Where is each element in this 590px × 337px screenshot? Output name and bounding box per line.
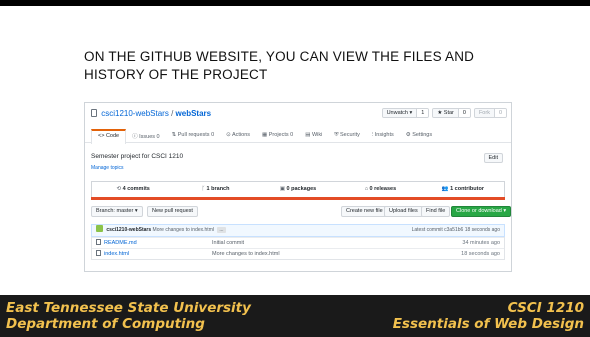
- commit-expand-button[interactable]: ...: [217, 227, 226, 233]
- course-code: CSCI 1210: [507, 300, 584, 316]
- file-toolbar: Branch: master ▾ New pull request Create…: [91, 206, 511, 218]
- tab-settings[interactable]: ⚙ Settings: [400, 129, 438, 142]
- latest-commit-summary: Latest commit c3a51b6 18 seconds ago: [411, 227, 500, 233]
- repo-path-separator: /: [171, 109, 174, 118]
- contributors-count: 1 contributor: [450, 186, 484, 192]
- packages-count: 0 packages: [286, 186, 317, 192]
- university-name: East Tennessee State University: [6, 300, 251, 316]
- new-pull-request-button[interactable]: New pull request: [147, 206, 198, 217]
- tab-projects[interactable]: ▦ Projects 0: [256, 129, 299, 142]
- commit-author[interactable]: csci1210-webStars: [106, 227, 151, 233]
- branch-count: 1 branch: [206, 186, 230, 192]
- releases-stat[interactable]: ⌂ 0 releases: [339, 182, 421, 197]
- file-age: 34 minutes ago: [462, 240, 500, 246]
- tab-security[interactable]: ⛨ Security: [328, 129, 366, 142]
- repo-description: Semester project for CSCI 1210: [91, 153, 184, 160]
- file-row: README.md Initial commit 34 minutes ago: [92, 237, 504, 248]
- file-list: README.md Initial commit 34 minutes ago …: [91, 237, 505, 260]
- course-name: Essentials of Web Design: [392, 316, 584, 332]
- slide-title: ON THE GITHUB WEBSITE, YOU CAN VIEW THE …: [84, 49, 475, 82]
- fork-label: Fork: [474, 109, 494, 117]
- file-icon: [96, 239, 101, 245]
- repo-owner-link[interactable]: csci1210-webStars: [101, 109, 169, 118]
- file-commit-message[interactable]: Initial commit: [212, 238, 244, 248]
- star-label: ★ Star: [433, 109, 458, 117]
- tab-pull-requests[interactable]: ⇅ Pull requests 0: [166, 129, 221, 142]
- footer-left: East Tennessee State University Departme…: [6, 300, 251, 332]
- forks-count: 0: [493, 109, 506, 117]
- file-age: 18 seconds ago: [461, 251, 500, 257]
- tab-wiki[interactable]: ▤ Wiki: [299, 129, 328, 142]
- github-screenshot: csci1210-webStars / webStars Unwatch ▾ 1…: [84, 102, 512, 272]
- file-commit-message[interactable]: More changes to index.html: [212, 249, 280, 259]
- commits-stat[interactable]: ⟲ 4 commits: [92, 182, 174, 197]
- packages-stat[interactable]: ▣ 0 packages: [257, 182, 339, 197]
- clone-download-button[interactable]: Clone or download ▾: [451, 206, 511, 217]
- repo-actions: Unwatch ▾ 1 ★ Star 0 Fork 0: [381, 108, 507, 118]
- file-name: index.html: [104, 251, 130, 257]
- author-avatar: [96, 225, 103, 232]
- releases-count: 0 releases: [369, 186, 397, 192]
- edit-description-button[interactable]: Edit: [483, 153, 503, 163]
- department-name: Department of Computing: [6, 316, 205, 332]
- package-icon: ▣: [279, 186, 287, 192]
- repo-stats-bar: ⟲ 4 commits ᚴ 1 branch ▣ 0 packages ⌂ 0 …: [91, 181, 505, 197]
- contributors-stat[interactable]: 👥 1 contributor: [422, 182, 504, 197]
- people-icon: 👥: [441, 186, 451, 192]
- file-name-link[interactable]: index.html: [96, 249, 129, 259]
- unwatch-label: Unwatch ▾: [382, 109, 417, 117]
- manage-topics-link[interactable]: Manage topics: [91, 165, 124, 171]
- commit-message[interactable]: More changes to index.html: [153, 227, 214, 233]
- watchers-count: 1: [416, 109, 429, 117]
- repo-name-link[interactable]: webStars: [176, 109, 212, 118]
- repo-tabs: <> Code ⓘ Issues 0 ⇅ Pull requests 0 ⊙ A…: [85, 129, 511, 144]
- file-row: index.html More changes to index.html 18…: [92, 248, 504, 259]
- slide-footer: East Tennessee State University Departme…: [0, 295, 590, 337]
- stars-count: 0: [457, 109, 470, 117]
- fork-button[interactable]: Fork 0: [473, 108, 507, 118]
- upload-files-button[interactable]: Upload files: [384, 206, 423, 217]
- star-button[interactable]: ★ Star 0: [432, 108, 471, 118]
- branch-select[interactable]: Branch: master ▾: [91, 206, 143, 217]
- footer-right: CSCI 1210 Essentials of Web Design: [393, 300, 584, 332]
- tab-issues[interactable]: ⓘ Issues 0: [126, 129, 166, 142]
- branch-stat[interactable]: ᚴ 1 branch: [174, 182, 256, 197]
- repo-icon: [91, 109, 97, 117]
- commits-count: 4 commits: [122, 186, 150, 192]
- tab-actions[interactable]: ⊙ Actions: [220, 129, 256, 142]
- find-file-button[interactable]: Find file: [421, 206, 451, 217]
- tab-code[interactable]: <> Code: [91, 129, 127, 144]
- latest-commit-bar: csci1210-webStars More changes to index.…: [91, 224, 505, 237]
- file-icon: [96, 250, 101, 256]
- slide-top-border: [0, 0, 590, 6]
- unwatch-button[interactable]: Unwatch ▾ 1: [381, 108, 430, 118]
- file-name: README.md: [104, 240, 137, 246]
- language-bar[interactable]: [91, 197, 505, 200]
- tab-insights[interactable]: ⫶ Insights: [366, 129, 400, 142]
- create-new-file-button[interactable]: Create new file: [341, 206, 388, 217]
- slide: ON THE GITHUB WEBSITE, YOU CAN VIEW THE …: [0, 0, 590, 337]
- file-name-link[interactable]: README.md: [96, 238, 137, 248]
